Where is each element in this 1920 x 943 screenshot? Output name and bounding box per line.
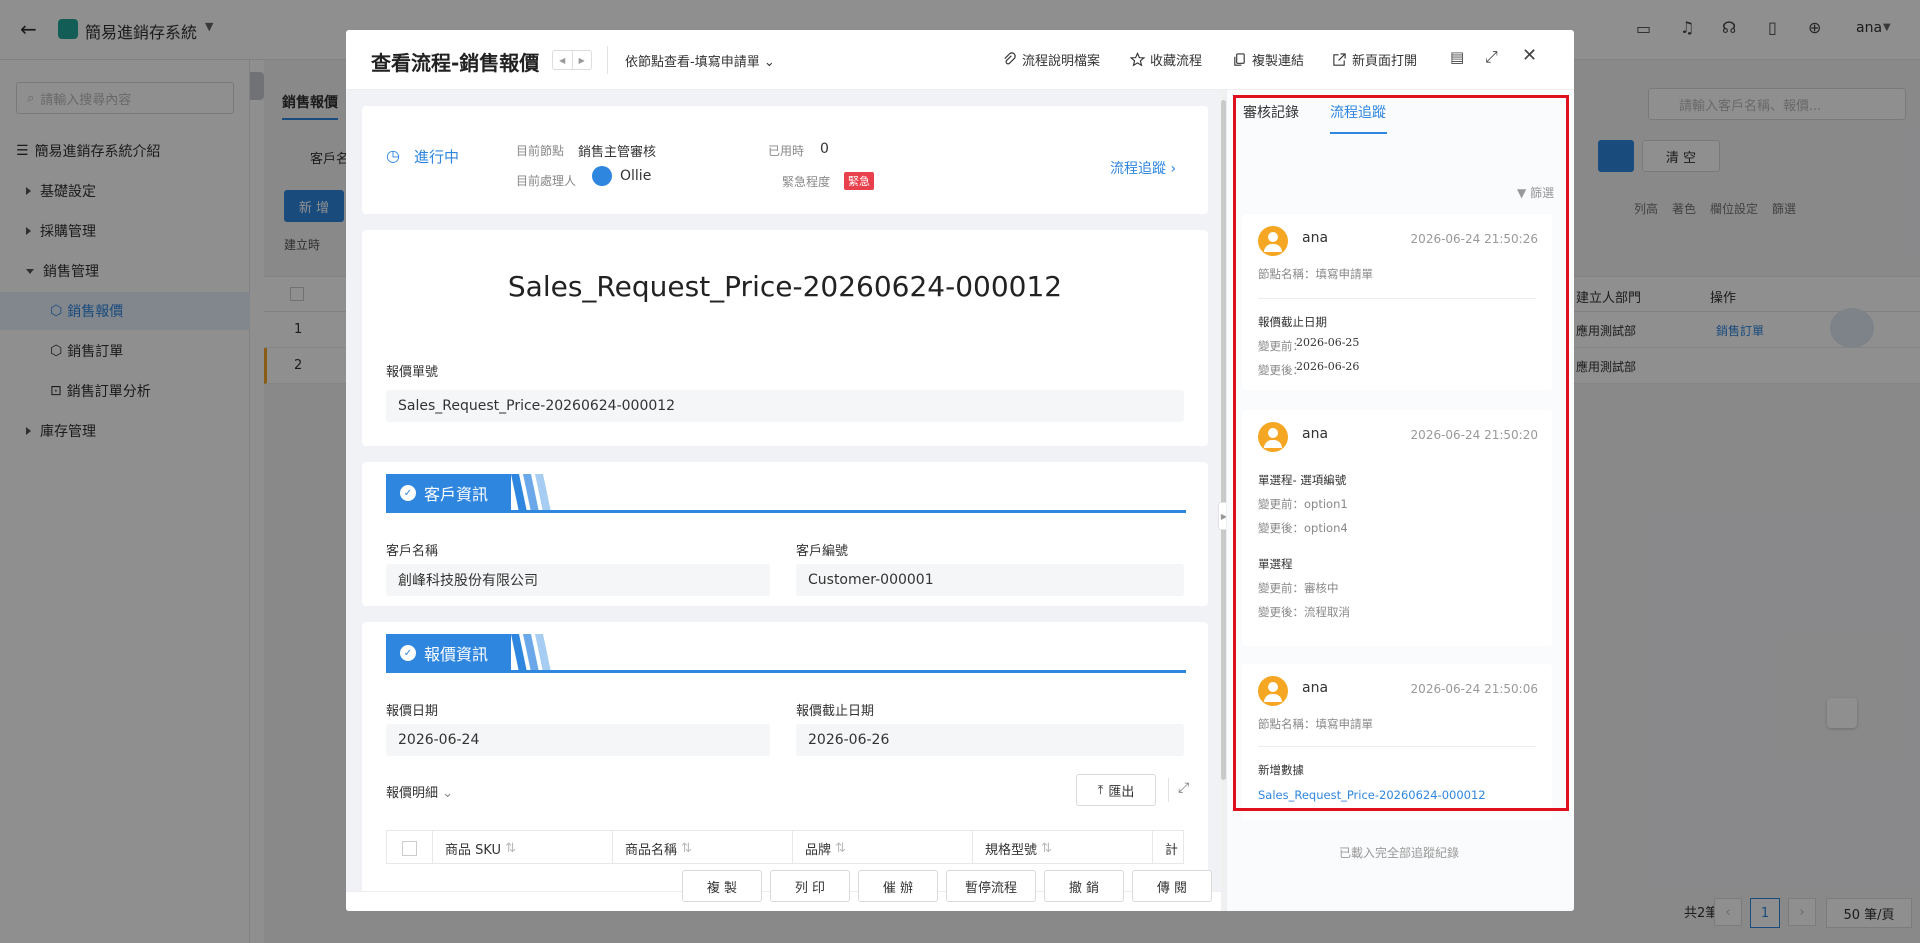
column-label: 品牌 <box>805 842 832 858</box>
column-label: 計 <box>1165 842 1179 858</box>
export-button[interactable]: ⤒ 匯出 <box>1076 774 1156 806</box>
highlight-box <box>1233 95 1569 811</box>
quote-no-field: Sales_Request_Price-20260624-000012 <box>386 390 1184 422</box>
open-new-page-label: 新頁面打開 <box>1352 54 1418 69</box>
customer-no-label: 客戶編號 <box>796 544 849 559</box>
quote-header-card: Sales_Request_Price-20260624-000012 報價單號… <box>362 230 1208 446</box>
quote-section-title: 報價資訊 <box>424 645 489 664</box>
paperclip-icon <box>1004 52 1016 65</box>
quote-no-label: 報價單號 <box>386 365 439 380</box>
divider <box>607 46 608 74</box>
section-stripes <box>511 634 551 672</box>
favorite-tool-label: 收藏流程 <box>1150 54 1203 69</box>
status-state: 進行中 <box>414 148 460 166</box>
quote-date-label: 報價日期 <box>386 704 439 719</box>
section-line <box>386 670 1186 673</box>
current-node-label: 目前節點 <box>516 144 565 158</box>
section-line <box>386 510 1186 513</box>
sort-icon: ⇅ <box>835 840 846 856</box>
copy-link-tool[interactable]: 複製連結 <box>1232 50 1304 69</box>
customer-card: ✓ 客戶資訊 客戶名稱 創峰科技股份有限公司 客戶編號 Customer-0000… <box>362 462 1208 606</box>
pause-button[interactable]: 暫停流程 <box>946 870 1036 902</box>
select-cell <box>387 831 433 863</box>
doc-tool-label: 流程說明檔案 <box>1022 54 1101 69</box>
column-spec[interactable]: 規格型號 ⇅ <box>973 831 1153 863</box>
customer-name-label: 客戶名稱 <box>386 544 439 559</box>
document-title: Sales_Request_Price-20260624-000012 <box>507 270 1063 303</box>
fullscreen-icon[interactable]: ⤢ <box>1485 47 1498 67</box>
customer-section-title: 客戶資訊 <box>424 485 489 504</box>
copy-icon <box>1234 53 1245 66</box>
customer-no-field: Customer-000001 <box>796 564 1184 596</box>
handler-avatar <box>592 166 612 186</box>
section-pill: ✓ 客戶資訊 <box>386 474 511 512</box>
detail-table-header: 商品 SKU ⇅ 商品名稱 ⇅ 品牌 ⇅ 規格型號 ⇅ 計 <box>386 830 1184 864</box>
current-node: 銷售主管審核 <box>578 145 657 160</box>
select-all-checkbox[interactable] <box>402 840 417 856</box>
favorite-tool[interactable]: 收藏流程 <box>1130 50 1202 69</box>
close-icon[interactable]: ✕ <box>1522 45 1537 66</box>
export-label: 匯出 <box>1108 784 1135 800</box>
used-time: 0 <box>820 141 829 157</box>
column-name[interactable]: 商品名稱 ⇅ <box>613 831 793 863</box>
circulate-button[interactable]: 傳 閱 <box>1132 870 1212 902</box>
sort-icon: ⇅ <box>681 840 692 856</box>
next-record-icon[interactable]: ▶ <box>573 51 592 69</box>
prev-record-icon[interactable]: ◀ <box>553 51 573 69</box>
print-button[interactable]: 列 印 <box>770 870 850 902</box>
column-label: 規格型號 <box>985 842 1038 858</box>
quote-date-field: 2026-06-24 <box>386 724 770 756</box>
revoke-button[interactable]: 撤 銷 <box>1044 870 1124 902</box>
star-icon <box>1130 52 1145 67</box>
urge-button[interactable]: 催 辦 <box>858 870 938 902</box>
detail-toggle[interactable]: 報價明細 ⌄ <box>386 782 453 801</box>
column-label: 商品 SKU <box>445 842 502 858</box>
check-circle-icon: ✓ <box>400 485 416 501</box>
quote-info-card: ✓ 報價資訊 報價日期 2026-06-24 報價截止日期 2026-06-26 … <box>362 622 1208 911</box>
column-brand[interactable]: 品牌 ⇅ <box>793 831 973 863</box>
column-sku[interactable]: 商品 SKU ⇅ <box>433 831 613 863</box>
section-stripes <box>511 474 551 512</box>
sidebar-toggle-icon[interactable]: ▤ <box>1450 48 1464 66</box>
urgency-label: 緊急程度 <box>782 175 831 189</box>
trace-link-label: 流程追蹤 <box>1110 161 1166 177</box>
copy-button[interactable]: 複 製 <box>682 870 762 902</box>
customer-name-field: 創峰科技股份有限公司 <box>386 564 770 596</box>
trace-link[interactable]: 流程追蹤 › <box>1110 158 1176 178</box>
handler-name: Ollie <box>620 168 652 184</box>
chevron-down-icon: ⌄ <box>763 55 775 70</box>
doc-tool[interactable]: 流程說明檔案 <box>1002 50 1100 69</box>
upload-icon: ⤒ <box>1097 782 1104 798</box>
modal-title: 查看流程-銷售報價 <box>371 51 540 75</box>
record-nav: ◀ ▶ <box>552 50 592 70</box>
urgency-badge: 緊急 <box>844 172 874 190</box>
handler-label: 目前處理人 <box>516 174 577 188</box>
section-pill: ✓ 報價資訊 <box>386 634 511 672</box>
node-view-select[interactable]: 依節點查看-填寫申請單 ⌄ <box>625 51 775 70</box>
detail-label: 報價明細 <box>386 786 439 801</box>
sort-icon: ⇅ <box>1041 840 1052 856</box>
divider <box>1168 778 1169 802</box>
external-link-icon <box>1333 53 1346 66</box>
quote-deadline-label: 報價截止日期 <box>796 704 875 719</box>
form-pane: ◷ 進行中 目前節點 銷售主管審核 目前處理人 Ollie 已用時 0 緊急程度… <box>346 90 1230 911</box>
modal-header: 查看流程-銷售報價 ◀ ▶ 依節點查看-填寫申請單 ⌄ 流程說明檔案 收藏流程 … <box>346 30 1574 90</box>
used-time-label: 已用時 <box>768 144 805 158</box>
open-new-page-tool[interactable]: 新頁面打開 <box>1332 50 1417 69</box>
column-extra[interactable]: 計 <box>1153 831 1183 863</box>
clock-icon: ◷ <box>386 146 400 165</box>
node-view-label: 依節點查看-填寫申請單 <box>625 55 760 70</box>
copy-link-label: 複製連結 <box>1252 54 1305 69</box>
quote-section-header[interactable]: ✓ 報價資訊 <box>386 634 1186 674</box>
quote-deadline-field: 2026-06-26 <box>796 724 1184 756</box>
customer-section-header[interactable]: ✓ 客戶資訊 <box>386 474 1186 514</box>
sort-icon: ⇅ <box>505 840 516 856</box>
column-label: 商品名稱 <box>625 842 678 858</box>
expand-icon[interactable]: ⤢ <box>1178 780 1189 796</box>
chevron-down-icon: ⌄ <box>442 786 454 801</box>
check-circle-icon: ✓ <box>400 645 416 661</box>
loaded-all-tip: 已載入完全部追蹤紀錄 <box>1339 846 1460 860</box>
status-card: ◷ 進行中 目前節點 銷售主管審核 目前處理人 Ollie 已用時 0 緊急程度… <box>362 106 1208 214</box>
